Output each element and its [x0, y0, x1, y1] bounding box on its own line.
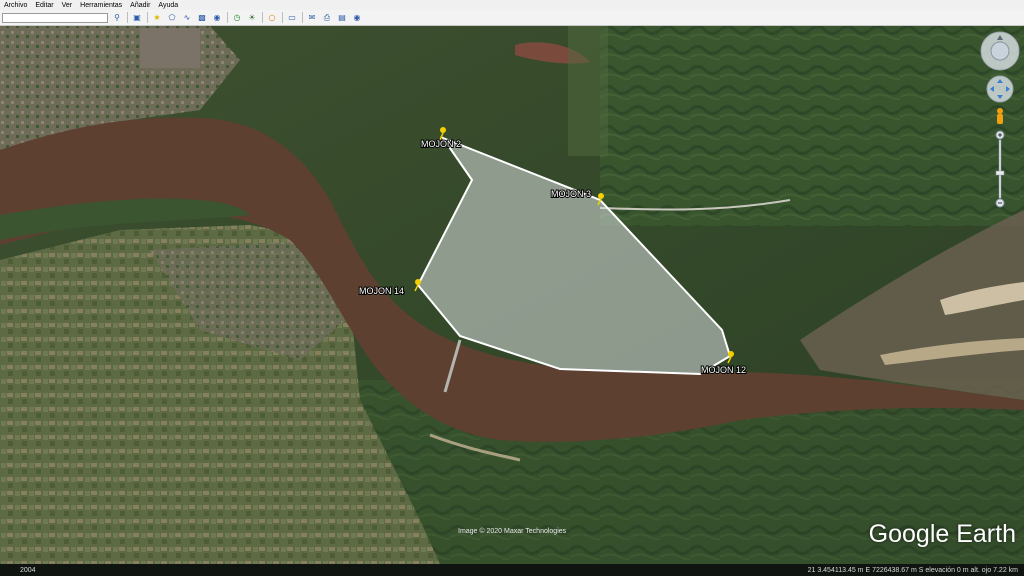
street-view-pegman-icon[interactable] [997, 108, 1003, 124]
menu-herramientas[interactable]: Herramientas [76, 2, 126, 9]
zoom-thumb[interactable] [995, 170, 1005, 176]
placemark-label: MOJON 12 [701, 365, 746, 375]
search-input[interactable] [2, 12, 108, 23]
move-joystick[interactable] [986, 75, 1014, 103]
status-bar: 2004 21 3.454113.45 m E 7226438.67 m S e… [0, 564, 1024, 576]
toolbar-divider [262, 12, 263, 23]
placemark-label: MOJON 2 [421, 139, 461, 149]
image-overlay-icon[interactable]: ▩ [196, 12, 208, 24]
toolbar-divider [227, 12, 228, 23]
placemark-label: MOJON 3 [551, 189, 591, 199]
google-earth-logo: Google Earth [868, 520, 1016, 548]
planets-icon[interactable]: ○ [266, 12, 278, 24]
menu-bar: Archivo Editar Ver Herramientas Añadir A… [0, 0, 1024, 10]
polygon-icon[interactable]: ⬠ [166, 12, 178, 24]
email-icon[interactable]: ✉ [306, 12, 318, 24]
search-icon[interactable]: ⚲ [111, 12, 123, 24]
menu-ver[interactable]: Ver [58, 2, 77, 9]
imagery-credit: Image © 2020 Maxar Technologies [458, 528, 567, 535]
pushpin-icon[interactable] [728, 351, 734, 357]
toolbar: ⚲ ▣ ★ ⬠ ∿ ▩ ◉ ◷ ☀ ○ ▭ ✉ ⎙ ▤ ◉ [0, 10, 1024, 26]
print-icon[interactable]: ⎙ [321, 12, 333, 24]
toolbar-divider [127, 12, 128, 23]
toolbar-divider [282, 12, 283, 23]
pushpin-icon[interactable] [440, 127, 446, 133]
imagery-seam [568, 26, 608, 156]
placemark-icon[interactable]: ★ [151, 12, 163, 24]
sidebar-icon[interactable]: ▣ [131, 12, 143, 24]
map-view[interactable]: MOJON 2 MOJON 3 MOJON 14 MOJON 12 [0, 26, 1024, 564]
industrial-area [140, 28, 200, 68]
navigation-controls [980, 31, 1020, 208]
toolbar-divider [147, 12, 148, 23]
menu-archivo[interactable]: Archivo [0, 2, 31, 9]
save-image-icon[interactable]: ▤ [336, 12, 348, 24]
maps-icon[interactable]: ◉ [351, 12, 363, 24]
toolbar-divider [302, 12, 303, 23]
sunlight-icon[interactable]: ☀ [246, 12, 258, 24]
menu-editar[interactable]: Editar [31, 2, 57, 9]
coordinates-readout: 21 3.454113.45 m E 7226438.67 m S elevac… [807, 566, 1018, 574]
menu-anadir[interactable]: Añadir [126, 2, 154, 9]
placemark-label: MOJON 14 [359, 286, 404, 296]
satellite-imagery[interactable]: MOJON 2 MOJON 3 MOJON 14 MOJON 12 [0, 26, 1024, 564]
ruler-icon[interactable]: ▭ [286, 12, 298, 24]
historical-imagery-icon[interactable]: ◷ [231, 12, 243, 24]
menu-ayuda[interactable]: Ayuda [154, 2, 182, 9]
record-tour-icon[interactable]: ◉ [211, 12, 223, 24]
path-icon[interactable]: ∿ [181, 12, 193, 24]
wetland-north [600, 26, 1024, 226]
zoom-slider[interactable] [995, 130, 1005, 208]
imagery-date: 2004 [20, 566, 36, 574]
pushpin-icon[interactable] [415, 279, 421, 285]
pushpin-icon[interactable] [598, 193, 604, 199]
look-joystick[interactable] [980, 31, 1020, 71]
